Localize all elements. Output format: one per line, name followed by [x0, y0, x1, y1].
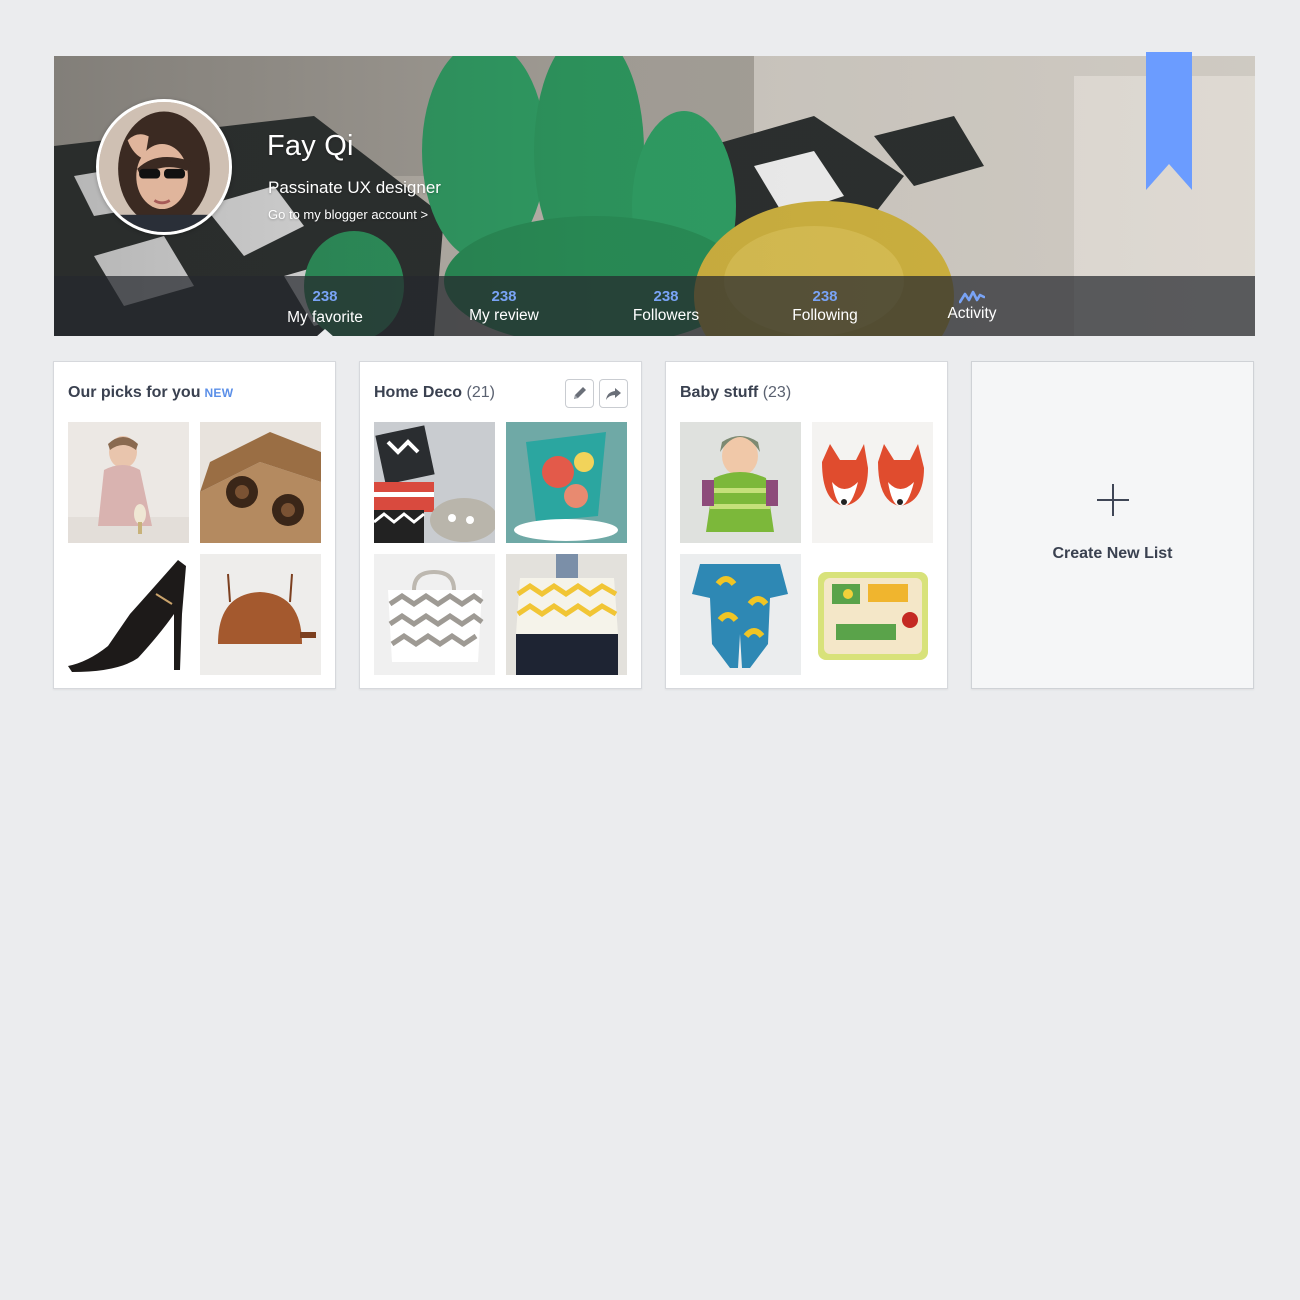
active-tab-indicator	[316, 329, 334, 336]
list-title: Baby stuff (23)	[680, 384, 791, 402]
list-card-baby-stuff[interactable]: Baby stuff (23)	[665, 361, 948, 689]
avatar[interactable]	[96, 99, 232, 235]
list-count: (23)	[762, 384, 792, 401]
tab-my-favorite[interactable]: 238 My favorite	[255, 276, 395, 336]
profile-header: Fay Qi Passinate UX designer Go to my bl…	[54, 56, 1255, 336]
new-badge: NEW	[204, 386, 234, 400]
thumbnail-chevron-storage-basket[interactable]	[374, 554, 495, 675]
stat-count: 238	[312, 288, 338, 305]
plus-icon	[1097, 484, 1129, 516]
tab-following[interactable]: 238 Following	[755, 276, 895, 336]
create-new-list-label: Create New List	[1052, 545, 1173, 562]
list-title-text: Baby stuff	[680, 384, 759, 401]
stat-label: Activity	[947, 305, 997, 322]
activity-icon	[959, 290, 985, 304]
thumbnail-knitted-baby-doll[interactable]	[680, 422, 801, 543]
stat-count: 238	[491, 288, 517, 305]
thumbnail-wooden-toy-car[interactable]	[200, 422, 321, 543]
thumbnail-yellow-chevron-tote[interactable]	[506, 554, 627, 675]
share-list-button[interactable]	[599, 379, 628, 408]
list-count: (21)	[466, 384, 495, 401]
stat-count: 238	[653, 288, 679, 305]
share-arrow-icon	[606, 388, 621, 400]
stat-label: My favorite	[287, 309, 363, 326]
stat-label: My review	[469, 307, 539, 324]
blogger-account-link[interactable]: Go to my blogger account >	[268, 207, 428, 222]
profile-tagline: Passinate UX designer	[268, 178, 441, 197]
stat-label: Followers	[632, 307, 700, 324]
thumbnail-banana-romper[interactable]	[680, 554, 801, 675]
list-title: Home Deco (21)	[374, 384, 495, 402]
profile-name: Fay Qi	[267, 130, 354, 162]
stat-count: 238	[812, 288, 838, 305]
tab-activity[interactable]: Activity	[902, 276, 1042, 336]
list-card-home-deco[interactable]: Home Deco (21)	[359, 361, 642, 689]
thumbnail-fox-baby-shoes[interactable]	[812, 422, 933, 543]
list-title-text: Our picks for you	[68, 384, 201, 401]
list-card-our-picks[interactable]: Our picks for you NEW	[53, 361, 336, 689]
tab-followers[interactable]: 238 Followers	[596, 276, 736, 336]
list-title: Our picks for you NEW	[68, 384, 233, 402]
thumbnail-patterned-poufs[interactable]	[374, 422, 495, 543]
thumbnail-floral-flower-pots[interactable]	[506, 422, 627, 543]
tab-my-review[interactable]: 238 My review	[434, 276, 574, 336]
pencil-icon	[574, 387, 586, 399]
thumbnail-crocodile-puzzle[interactable]	[812, 554, 933, 675]
create-new-list-card[interactable]: Create New List	[971, 361, 1254, 689]
edit-list-button[interactable]	[565, 379, 594, 408]
thumbnail-black-high-heel[interactable]	[68, 554, 189, 675]
bookmark-ribbon-icon[interactable]	[1146, 52, 1192, 190]
stats-bar: 238 My favorite 238 My review 238 Follow…	[54, 276, 1255, 336]
stat-label: Following	[792, 307, 858, 324]
thumbnail-brown-leather-bag[interactable]	[200, 554, 321, 675]
list-title-text: Home Deco	[374, 384, 463, 401]
thumbnail-girl-in-pink-dress[interactable]	[68, 422, 189, 543]
